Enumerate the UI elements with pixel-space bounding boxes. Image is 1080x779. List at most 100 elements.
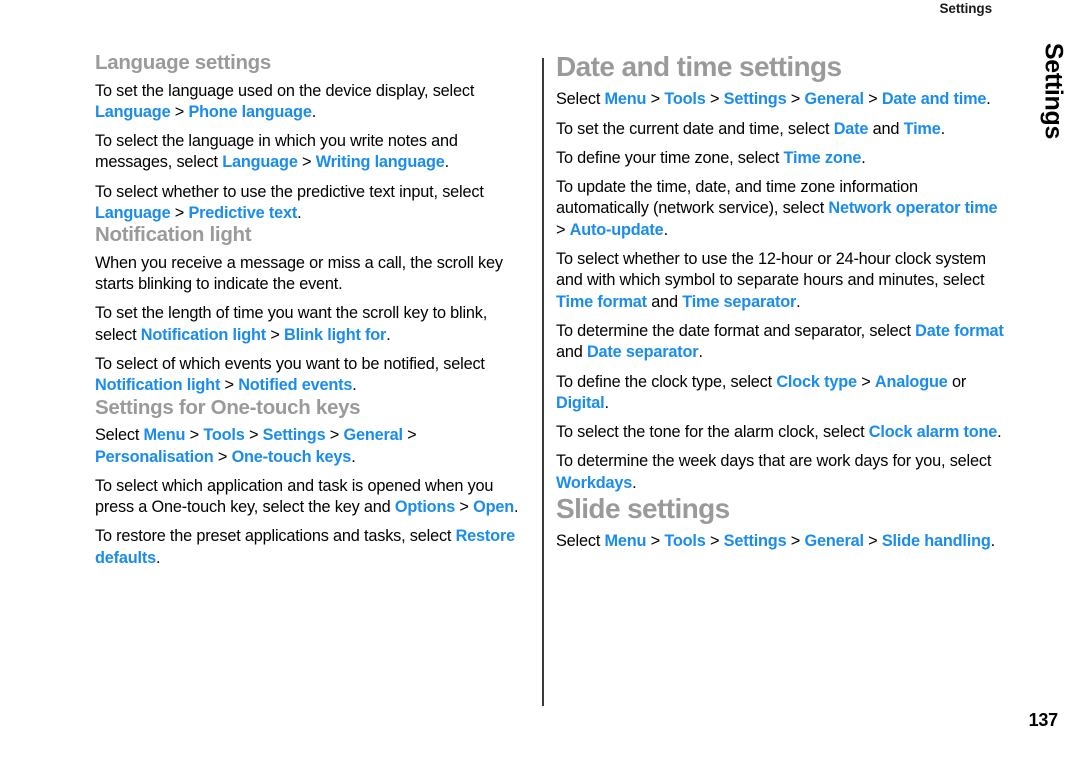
ui-path-term[interactable]: Date format bbox=[915, 322, 1004, 340]
body-text-run: To select whether to use the 12-hour or … bbox=[556, 250, 986, 290]
ui-path-term[interactable]: Date and time bbox=[882, 90, 987, 108]
body-text-run: . bbox=[698, 343, 703, 362]
ui-path-term[interactable]: Writing language bbox=[316, 153, 445, 171]
section-heading-notification-light: Notification light bbox=[95, 223, 252, 247]
body-text-run: . bbox=[311, 102, 317, 121]
ui-path-term[interactable]: Time format bbox=[556, 293, 647, 311]
body-text-run: To define the clock type, select bbox=[556, 372, 777, 391]
body-text-run: When you receive a message or miss a cal… bbox=[95, 253, 503, 294]
body-paragraph: To select the language in which you writ… bbox=[95, 131, 531, 174]
ui-path-term[interactable]: Language bbox=[222, 153, 298, 171]
ui-path-term[interactable]: Settings bbox=[263, 426, 326, 444]
body-text-run: . bbox=[986, 90, 991, 109]
path-separator: > bbox=[265, 325, 284, 344]
paragraph-list: Select Menu > Tools > Settings > General… bbox=[556, 89, 1004, 494]
ui-path-term[interactable]: Notification light bbox=[141, 326, 266, 344]
right-column: Date and time settings Select Menu > Too… bbox=[556, 51, 1004, 553]
body-text-run: . bbox=[663, 220, 669, 239]
ui-path-term[interactable]: Settings bbox=[724, 532, 787, 550]
section-date-and-time-settings: Date and time settings Select Menu > Too… bbox=[556, 51, 1004, 494]
body-text-run: To determine the week days that are work… bbox=[556, 452, 992, 471]
body-text-run: or bbox=[947, 372, 967, 391]
body-paragraph: Select Menu > Tools > Settings > General… bbox=[556, 531, 1004, 552]
ui-path-term[interactable]: Analogue bbox=[875, 373, 948, 391]
body-paragraph: When you receive a message or miss a cal… bbox=[95, 253, 531, 296]
body-text-run: . bbox=[386, 325, 391, 344]
paragraph-list: Select Menu > Tools > Settings > General… bbox=[95, 425, 531, 569]
ui-path-term[interactable]: Notification light bbox=[95, 376, 220, 394]
ui-path-term[interactable]: Open bbox=[473, 498, 514, 516]
section-heading-language-settings: Language settings bbox=[95, 51, 272, 74]
ui-path-term[interactable]: General bbox=[804, 532, 864, 550]
path-separator: > bbox=[325, 426, 344, 445]
ui-path-term[interactable]: Menu bbox=[144, 426, 186, 444]
left-column: Language settings To set the language us… bbox=[95, 51, 531, 569]
path-separator: > bbox=[213, 447, 232, 466]
ui-path-term[interactable]: Date bbox=[834, 120, 869, 138]
body-text-run: Select bbox=[556, 90, 605, 109]
body-paragraph: To define your time zone, select Time zo… bbox=[556, 148, 1004, 169]
body-text-run: To set the language used on the device d… bbox=[95, 81, 475, 100]
section-heading-date-and-time-settings: Date and time settings bbox=[556, 51, 842, 82]
column-divider bbox=[542, 58, 544, 706]
ui-path-term[interactable]: Digital bbox=[556, 394, 605, 412]
ui-path-term[interactable]: Time bbox=[904, 120, 941, 138]
ui-path-term[interactable]: Menu bbox=[605, 532, 647, 550]
ui-path-term[interactable]: Time separator bbox=[682, 293, 796, 311]
path-separator: > bbox=[170, 204, 189, 223]
body-text-run: and bbox=[646, 292, 683, 311]
ui-path-term[interactable]: General bbox=[343, 426, 403, 444]
ui-path-term[interactable]: Tools bbox=[664, 90, 705, 108]
ui-path-term[interactable]: Auto-update bbox=[570, 221, 664, 239]
ui-path-term[interactable]: Settings bbox=[724, 90, 787, 108]
path-separator: > bbox=[705, 90, 724, 109]
ui-path-term[interactable]: One-touch keys bbox=[232, 448, 352, 466]
ui-path-term[interactable]: Language bbox=[95, 204, 171, 222]
body-text-run: To select of which events you want to be… bbox=[95, 355, 485, 374]
body-text-run: . bbox=[352, 376, 357, 395]
path-separator: > bbox=[646, 532, 665, 551]
body-paragraph: To determine the week days that are work… bbox=[556, 451, 1004, 494]
path-separator: > bbox=[863, 532, 882, 551]
body-paragraph: To select whether to use the 12-hour or … bbox=[556, 249, 1004, 313]
ui-path-term[interactable]: General bbox=[804, 90, 864, 108]
ui-path-term[interactable]: Blink light for bbox=[284, 326, 386, 344]
ui-path-term[interactable]: Phone language bbox=[188, 103, 311, 121]
ui-path-term[interactable]: Tools bbox=[664, 532, 705, 550]
body-paragraph: To set the language used on the device d… bbox=[95, 81, 531, 124]
path-separator: > bbox=[556, 220, 570, 239]
body-text-run: and bbox=[556, 343, 587, 362]
body-text-run: . bbox=[997, 423, 1002, 442]
body-text-run: and bbox=[868, 119, 904, 138]
ui-path-term[interactable]: Tools bbox=[203, 426, 244, 444]
ui-path-term[interactable]: Menu bbox=[605, 90, 647, 108]
body-text-run: To select whether to use the predictive … bbox=[95, 182, 484, 201]
ui-path-term[interactable]: Options bbox=[395, 498, 455, 516]
body-text-run: To restore the preset applications and t… bbox=[95, 527, 456, 546]
ui-path-term[interactable]: Workdays bbox=[556, 474, 632, 492]
path-separator: > bbox=[786, 532, 805, 551]
ui-path-term[interactable]: Notified events bbox=[238, 376, 352, 394]
body-text-run: . bbox=[940, 119, 946, 138]
path-separator: > bbox=[856, 372, 875, 391]
body-text-run: . bbox=[861, 148, 866, 167]
ui-path-term[interactable]: Date separator bbox=[587, 343, 699, 361]
chapter-side-tab-label: Settings bbox=[1039, 42, 1068, 140]
ui-path-term[interactable]: Predictive text bbox=[188, 204, 297, 222]
body-text-run: To define your time zone, select bbox=[556, 148, 784, 167]
body-paragraph: Select Menu > Tools > Settings > General… bbox=[95, 425, 531, 468]
section-slide-settings: Slide settings Select Menu > Tools > Set… bbox=[556, 493, 1004, 553]
body-text-run: . bbox=[632, 473, 637, 492]
body-text-run: . bbox=[514, 498, 519, 517]
ui-path-term[interactable]: Slide handling bbox=[882, 532, 991, 550]
ui-path-term[interactable]: Clock alarm tone bbox=[869, 423, 998, 441]
ui-path-term[interactable]: Time zone bbox=[784, 149, 862, 167]
ui-path-term[interactable]: Personalisation bbox=[95, 448, 214, 466]
ui-path-term[interactable]: Network operator time bbox=[828, 199, 997, 217]
section-one-touch-keys: Settings for One-touch keys Select Menu … bbox=[95, 396, 531, 569]
body-paragraph: To define the clock type, select Clock t… bbox=[556, 372, 1004, 415]
ui-path-term[interactable]: Clock type bbox=[776, 373, 857, 391]
page-number: 137 bbox=[1028, 710, 1059, 730]
body-text-run: . bbox=[604, 393, 610, 412]
ui-path-term[interactable]: Language bbox=[95, 103, 171, 121]
